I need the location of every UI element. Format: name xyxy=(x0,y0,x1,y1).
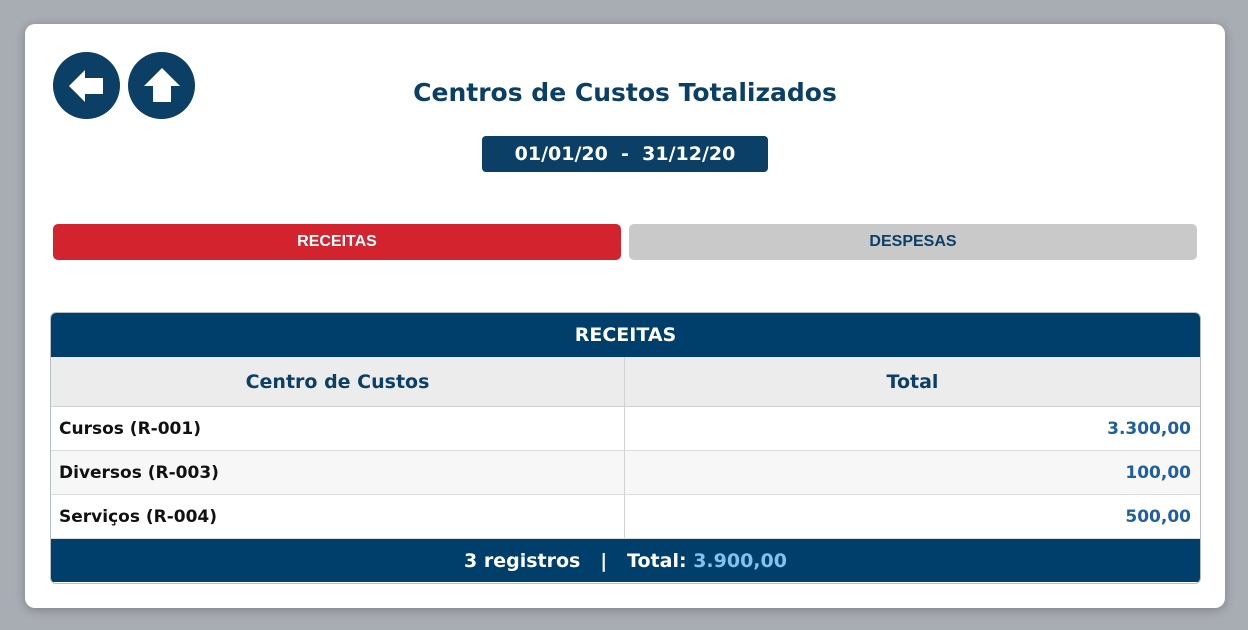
table-row[interactable]: Diversos (R-003) 100,00 xyxy=(51,451,1200,495)
table-title: RECEITAS xyxy=(51,313,1200,357)
cost-center-total: 500,00 xyxy=(1125,506,1191,527)
cost-center-name: Cursos (R-001) xyxy=(51,407,625,450)
record-count: 3 registros xyxy=(464,549,581,572)
column-header-total[interactable]: Total xyxy=(625,357,1200,406)
footer-separator: | xyxy=(600,549,608,572)
table-body: Cursos (R-001) 3.300,00 Diversos (R-003)… xyxy=(51,407,1200,539)
cost-center-total: 3.300,00 xyxy=(1107,418,1191,439)
total-value: 3.900,00 xyxy=(693,549,787,572)
cost-center-name: Serviços (R-004) xyxy=(51,495,625,538)
main-card: Centros de Custos Totalizados 01/01/20 -… xyxy=(25,24,1225,608)
date-range-badge[interactable]: 01/01/20 - 31/12/20 xyxy=(482,136,768,172)
table-header: Centro de Custos Total xyxy=(51,357,1200,407)
cost-center-total: 100,00 xyxy=(1125,462,1191,483)
cost-center-name: Diversos (R-003) xyxy=(51,451,625,494)
tab-receitas[interactable]: RECEITAS xyxy=(53,224,621,260)
page-title: Centros de Custos Totalizados xyxy=(413,78,837,107)
table-row[interactable]: Serviços (R-004) 500,00 xyxy=(51,495,1200,539)
cost-center-table: RECEITAS Centro de Custos Total Cursos (… xyxy=(50,312,1201,584)
table-row[interactable]: Cursos (R-001) 3.300,00 xyxy=(51,407,1200,451)
total-label: Total: xyxy=(627,549,687,572)
column-header-centro[interactable]: Centro de Custos xyxy=(51,357,625,406)
table-footer: 3 registros | Total: 3.900,00 xyxy=(51,539,1200,582)
tab-despesas[interactable]: DESPESAS xyxy=(629,224,1197,260)
